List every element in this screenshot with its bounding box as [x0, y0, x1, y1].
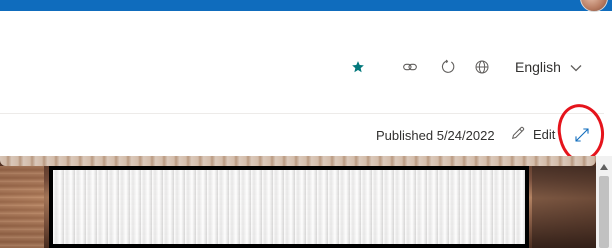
wood-pattern-right — [532, 166, 596, 248]
scrollbar-thumb[interactable] — [599, 176, 609, 248]
refresh-icon[interactable] — [437, 56, 459, 78]
site-header-actions: English — [0, 11, 612, 103]
page-command-bar: Published 5/24/2022 Edit — [0, 114, 612, 156]
lace-trim — [0, 156, 596, 166]
published-date: Published 5/24/2022 — [376, 128, 495, 143]
hero-banner — [0, 156, 596, 248]
edit-label: Edit — [533, 127, 556, 142]
suite-header-bar — [0, 0, 612, 11]
chevron-down-icon — [570, 59, 582, 75]
scroll-up-arrow-icon[interactable] — [600, 164, 608, 170]
edit-button[interactable]: Edit — [510, 125, 555, 144]
link-icon[interactable] — [399, 56, 421, 78]
expand-icon[interactable] — [571, 124, 593, 146]
page-scrollbar[interactable] — [596, 156, 612, 248]
pencil-icon — [510, 125, 526, 144]
globe-icon[interactable] — [471, 56, 493, 78]
wood-pattern-left — [0, 166, 44, 248]
hero-title-redacted — [49, 166, 529, 248]
star-icon[interactable] — [347, 56, 369, 78]
language-label: English — [515, 59, 561, 75]
language-selector[interactable]: English — [507, 56, 582, 78]
